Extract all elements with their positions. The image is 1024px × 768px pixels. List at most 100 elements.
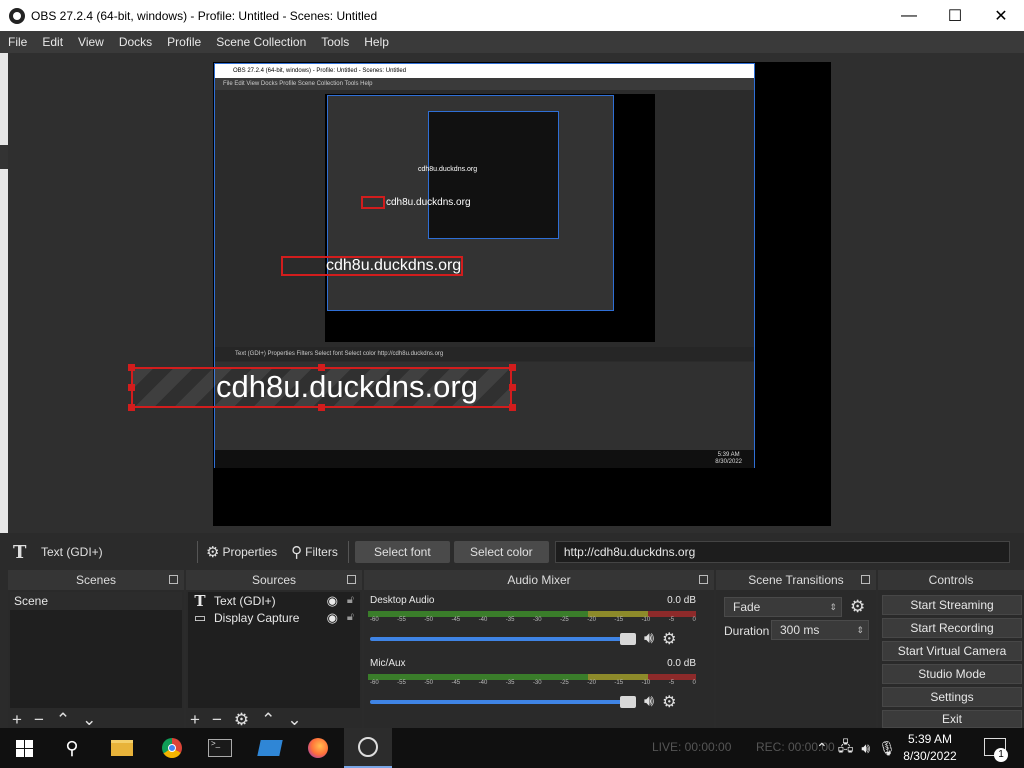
- edge-marker: [0, 145, 8, 169]
- chevron-up-icon[interactable]: ⌃: [816, 740, 828, 757]
- exit-button[interactable]: Exit: [882, 710, 1022, 728]
- select-font-button[interactable]: Select font: [354, 541, 450, 563]
- filters-label: Filters: [305, 545, 338, 559]
- menu-view[interactable]: View: [78, 35, 104, 49]
- menu-tools[interactable]: Tools: [321, 35, 349, 49]
- scenes-title: Scenes: [75, 573, 117, 587]
- remove-scene-icon[interactable]: −: [34, 710, 44, 730]
- resize-handle-right[interactable]: [509, 384, 516, 391]
- audio-mixer-header: Audio Mixer: [364, 570, 714, 590]
- maximize-button[interactable]: ☐: [932, 0, 978, 31]
- remote-desktop-icon[interactable]: [246, 728, 294, 768]
- menu-docks[interactable]: Docks: [119, 35, 152, 49]
- volume-slider[interactable]: [370, 696, 636, 708]
- undock-icon[interactable]: [169, 575, 178, 584]
- resize-handle-top-left[interactable]: [128, 364, 135, 371]
- monitor-icon: ▭: [193, 609, 207, 625]
- menu-profile[interactable]: Profile: [167, 35, 201, 49]
- text-icon: T: [194, 591, 206, 610]
- menu-help[interactable]: Help: [364, 35, 389, 49]
- window-title: OBS 27.2.4 (64-bit, windows) - Profile: …: [31, 8, 378, 23]
- network-icon[interactable]: 🖧︎: [838, 736, 854, 760]
- properties-button[interactable]: ⚙ Properties: [206, 543, 277, 561]
- close-button[interactable]: ✕: [978, 0, 1024, 31]
- obs-taskbar-icon[interactable]: [344, 728, 392, 768]
- filters-button[interactable]: ⚲ Filters: [291, 543, 338, 561]
- terminal-icon[interactable]: >_: [196, 728, 244, 768]
- minimize-button[interactable]: —: [886, 0, 932, 31]
- channel-settings-gear-icon[interactable]: ⚙: [662, 629, 676, 649]
- overlay-text-small: cdh8u.duckdns.org: [386, 197, 471, 208]
- chrome-icon[interactable]: [148, 728, 196, 768]
- resize-handle-bottom-left[interactable]: [128, 404, 135, 411]
- lock-icon[interactable]: 🔓︎: [347, 594, 354, 607]
- captured-clock-date: 8/30/2022: [715, 459, 742, 465]
- transition-gear-icon[interactable]: ⚙: [850, 597, 865, 617]
- text-source-icon: T: [13, 541, 27, 563]
- speaker-icon[interactable]: 🔊︎: [644, 630, 654, 648]
- channel-header: Mic/Aux 0.0 dB: [368, 658, 698, 672]
- captured-title: OBS 27.2.4 (64-bit, windows) - Profile: …: [215, 64, 754, 78]
- move-down-icon[interactable]: ⌄: [287, 710, 301, 730]
- move-down-icon[interactable]: ⌄: [82, 710, 96, 730]
- meter-ticks: -60 -55 -50 -45 -40 -35 -30 -25 -20 -15 -10 -5 0: [370, 680, 696, 686]
- move-up-icon[interactable]: ⌃: [56, 710, 70, 730]
- volume-row: 🔊︎ ⚙: [368, 627, 698, 651]
- resize-handle-top-right[interactable]: [509, 364, 516, 371]
- visibility-eye-icon[interactable]: ◉: [327, 610, 338, 626]
- menu-file[interactable]: File: [8, 35, 27, 49]
- add-scene-icon[interactable]: +: [12, 710, 22, 730]
- start-streaming-button[interactable]: Start Streaming: [882, 595, 1022, 615]
- file-explorer-icon[interactable]: [98, 728, 146, 768]
- undock-icon[interactable]: [347, 575, 356, 584]
- start-recording-button[interactable]: Start Recording: [882, 618, 1022, 638]
- start-virtual-camera-button[interactable]: Start Virtual Camera: [882, 641, 1022, 661]
- select-color-button[interactable]: Select color: [453, 541, 549, 563]
- menu-scene-collection[interactable]: Scene Collection: [216, 35, 306, 49]
- undock-icon[interactable]: [861, 575, 870, 584]
- text-content-field[interactable]: http://cdh8u.duckdns.org: [554, 541, 1010, 563]
- move-up-icon[interactable]: ⌃: [261, 710, 275, 730]
- captured-clock-time: 5:39 AM: [717, 452, 740, 458]
- start-button[interactable]: [0, 728, 48, 768]
- transition-select[interactable]: Fade ⇕: [724, 597, 842, 617]
- taskbar-clock[interactable]: 5:39 AM 8/30/2022: [900, 731, 960, 765]
- firefox-icon[interactable]: [294, 728, 342, 768]
- settings-button[interactable]: Settings: [882, 687, 1022, 707]
- channel-level: 0.0 dB: [667, 658, 696, 669]
- menu-edit[interactable]: Edit: [42, 35, 63, 49]
- overlay-text-tiny: cdh8u.duckdns.org: [418, 166, 478, 173]
- lock-icon[interactable]: 🔓︎: [347, 611, 354, 624]
- microphone-icon[interactable]: 🎙︎: [878, 740, 896, 757]
- remove-source-icon[interactable]: −: [212, 710, 222, 730]
- source-item[interactable]: ▭ Display Capture ◉ 🔓︎: [188, 609, 360, 626]
- overlay-text-main: cdh8u.duckdns.org: [216, 369, 478, 404]
- duration-label: Duration: [724, 624, 770, 638]
- source-item[interactable]: T Text (GDI+) ◉ 🔓︎: [188, 591, 360, 610]
- spinner-icon[interactable]: ⇕: [856, 625, 864, 636]
- channel-name: Desktop Audio: [370, 595, 435, 606]
- channel-settings-gear-icon[interactable]: ⚙: [662, 692, 676, 712]
- search-icon[interactable]: ⚲: [48, 728, 96, 768]
- updown-icon: ⇕: [829, 601, 837, 612]
- scenes-list: Scene: [10, 592, 182, 708]
- menu-bar: File Edit View Docks Profile Scene Colle…: [0, 31, 1024, 53]
- duration-input[interactable]: 300 ms ⇕: [771, 620, 869, 640]
- resize-handle-left[interactable]: [128, 384, 135, 391]
- source-properties-gear-icon[interactable]: ⚙: [234, 710, 249, 730]
- resize-handle-bottom-right[interactable]: [509, 404, 516, 411]
- add-source-icon[interactable]: +: [190, 710, 200, 730]
- undock-icon[interactable]: [699, 575, 708, 584]
- visibility-eye-icon[interactable]: ◉: [327, 593, 338, 609]
- scene-item[interactable]: Scene: [10, 592, 182, 610]
- captured-properties-bar: Text (GDI+) Properties Filters Select fo…: [215, 347, 754, 361]
- captured-clock: 5:39 AM 8/30/2022: [715, 452, 742, 466]
- slider-handle[interactable]: [620, 633, 636, 645]
- duration-value: 300 ms: [780, 623, 820, 637]
- source-properties-bar: T Text (GDI+) ⚙ Properties ⚲ Filters Sel…: [0, 538, 1024, 566]
- slider-handle[interactable]: [620, 696, 636, 708]
- volume-slider[interactable]: [370, 633, 636, 645]
- volume-icon[interactable]: 🔊︎: [861, 740, 870, 757]
- studio-mode-button[interactable]: Studio Mode: [882, 664, 1022, 684]
- speaker-icon[interactable]: 🔊︎: [644, 693, 654, 711]
